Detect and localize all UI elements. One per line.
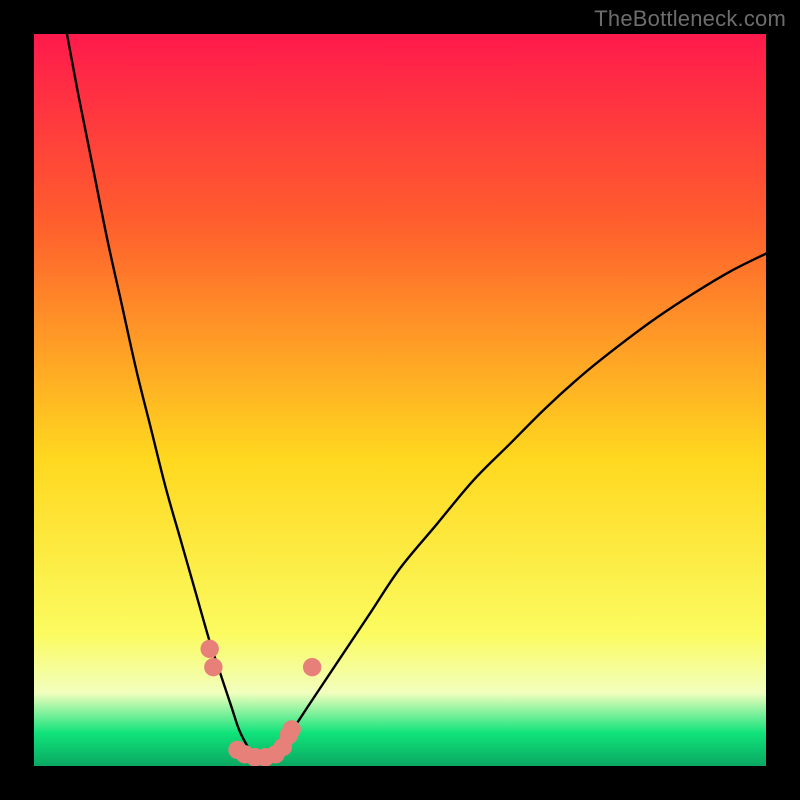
watermark[interactable]: TheBottleneck.com bbox=[594, 6, 786, 32]
bottleneck-curve bbox=[67, 34, 766, 759]
marker-dot bbox=[200, 640, 218, 658]
watermark-link[interactable]: TheBottleneck.com bbox=[594, 6, 786, 31]
curve-markers bbox=[200, 640, 321, 766]
marker-dot bbox=[282, 720, 300, 738]
marker-dot bbox=[303, 658, 321, 676]
chart-frame: TheBottleneck.com bbox=[0, 0, 800, 800]
marker-dot bbox=[204, 658, 222, 676]
curve-layer bbox=[34, 34, 766, 766]
plot-area bbox=[34, 34, 766, 766]
